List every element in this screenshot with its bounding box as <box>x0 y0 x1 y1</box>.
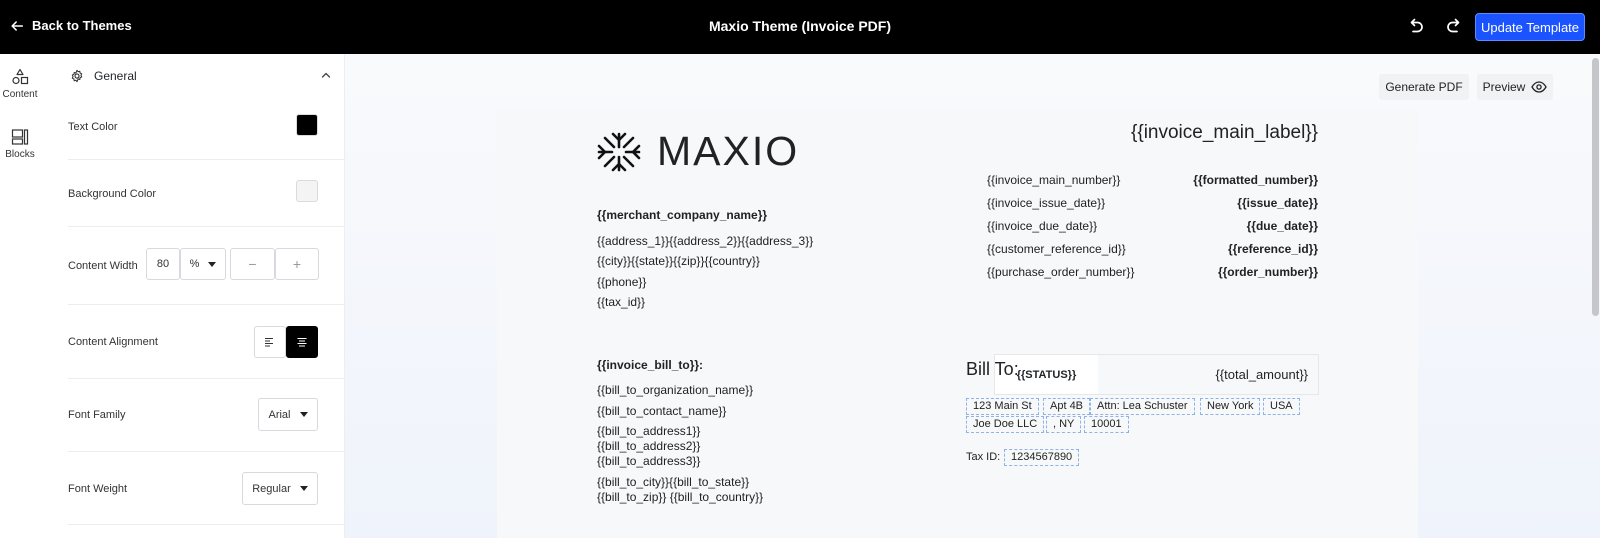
meta-value: {{due_date}} <box>1246 219 1318 233</box>
shapes-icon <box>12 68 29 85</box>
preview-button[interactable]: Preview <box>1477 74 1553 100</box>
logo-wordmark: MAXIO <box>657 128 800 174</box>
generate-pdf-button[interactable]: Generate PDF <box>1379 74 1469 100</box>
tax-id-label: Tax ID: <box>966 451 1001 463</box>
update-template-button[interactable]: Update Template <box>1475 13 1585 41</box>
total-amount: {{total_amount}} <box>1215 367 1308 382</box>
bill-to-heading: {{invoice_bill_to}}: <box>597 358 704 372</box>
content-width-input[interactable]: 80 <box>146 248 180 280</box>
address-tag[interactable]: 10001 <box>1084 416 1129 433</box>
divider <box>68 304 350 305</box>
page-title: Maxio Theme (Invoice PDF) <box>708 18 892 34</box>
merchant-line: {{city}}{{state}}{{zip}}{{country}} <box>597 254 760 268</box>
merchant-line: {{address_1}}{{address_2}}{{address_3}} <box>597 234 814 248</box>
eye-icon <box>1531 81 1548 93</box>
meta-label: {{purchase_order_number}} <box>987 265 1135 279</box>
font-family-value: Arial <box>268 408 291 421</box>
meta-label: {{invoice_issue_date}} <box>987 196 1106 210</box>
undo-icon[interactable] <box>1406 17 1426 37</box>
address-tag[interactable]: 123 Main St <box>966 398 1039 415</box>
bill-to-line: {{bill_to_organization_name}} <box>597 383 754 397</box>
invoice-page: MAXIO {{invoice_main_label}} {{invoice_m… <box>497 110 1418 538</box>
divider <box>68 226 350 227</box>
font-weight-select[interactable]: Regular <box>242 472 318 505</box>
editor-canvas: Generate PDF Preview MAXIO {{invoice_mai… <box>345 54 1600 538</box>
status-total-box: {{STATUS}} {{total_amount}} <box>994 354 1319 395</box>
arrow-left-icon <box>11 20 24 31</box>
meta-label: {{invoice_main_number}} <box>987 173 1121 187</box>
bill-to-line: {{bill_to_address3}} <box>597 454 701 468</box>
chevron-up-icon[interactable] <box>320 69 332 81</box>
address-tag[interactable]: Attn: Lea Schuster <box>1090 398 1195 415</box>
tax-id-tag[interactable]: 1234567890 <box>1004 449 1080 466</box>
divider <box>68 451 350 452</box>
address-tag[interactable]: USA <box>1263 398 1300 415</box>
address-tag[interactable]: , NY <box>1046 416 1082 433</box>
merchant-line: {{phone}} <box>597 275 647 289</box>
decrement-button[interactable]: − <box>230 248 275 280</box>
increment-button[interactable]: + <box>275 248 319 280</box>
blocks-icon <box>11 129 29 145</box>
merchant-name: {{merchant_company_name}} <box>597 208 768 222</box>
address-tag[interactable]: Joe Doe LLC <box>966 416 1045 433</box>
meta-value: {{formatted_number}} <box>1193 173 1318 187</box>
top-bar: Back to Themes Maxio Theme (Invoice PDF)… <box>0 0 1600 54</box>
settings-panel: General Text Color Background Color Cont… <box>48 54 350 538</box>
invoice-main-label: {{invoice_main_label}} <box>1131 122 1318 143</box>
bill-to-line: {{bill_to_city}}{{bill_to_state}} <box>597 475 750 489</box>
maxio-logo-icon <box>597 132 641 172</box>
font-family-select[interactable]: Arial <box>258 398 318 431</box>
meta-label: {{customer_reference_id}} <box>987 242 1126 256</box>
caret-down-icon <box>208 261 217 267</box>
divider <box>68 524 350 525</box>
gear-icon <box>71 69 83 83</box>
bill-to-line: {{bill_to_contact_name}} <box>597 404 727 418</box>
address-tag[interactable]: New York <box>1200 398 1261 415</box>
bill-to-line: {{bill_to_zip}} {{bill_to_country}} <box>597 490 764 504</box>
align-center-button[interactable] <box>286 326 318 358</box>
rail-item-content[interactable]: Content <box>0 68 40 100</box>
bill-to-line: {{bill_to_address1}} <box>597 424 701 438</box>
divider <box>68 378 350 379</box>
general-section-header[interactable]: General <box>70 66 332 86</box>
icon-rail: Content Blocks <box>0 54 48 538</box>
back-label: Back to Themes <box>32 18 132 33</box>
redo-icon[interactable] <box>1444 17 1464 37</box>
rail-label-content: Content <box>2 89 38 100</box>
address-tag[interactable]: Apt 4B <box>1043 398 1091 415</box>
section-title: General <box>94 69 137 83</box>
preview-label: Preview <box>1482 80 1526 94</box>
caret-down-icon <box>299 486 308 491</box>
background-color-swatch[interactable] <box>296 180 318 202</box>
align-left-button[interactable] <box>254 326 286 358</box>
text-color-swatch[interactable] <box>296 114 318 136</box>
meta-value: {{issue_date}} <box>1237 196 1318 210</box>
divider <box>68 159 350 160</box>
back-to-themes-link[interactable]: Back to Themes <box>10 18 132 33</box>
bill-to-title: Bill To: <box>966 359 1019 379</box>
rail-label-blocks: Blocks <box>5 149 35 160</box>
merchant-line: {{tax_id}} <box>597 295 646 309</box>
meta-label: {{invoice_due_date}} <box>987 219 1098 233</box>
bill-to-line: {{bill_to_address2}} <box>597 439 701 453</box>
align-center-icon <box>297 338 307 347</box>
rail-item-blocks[interactable]: Blocks <box>0 128 40 160</box>
caret-down-icon <box>299 412 308 417</box>
font-weight-value: Regular <box>252 482 291 495</box>
vertical-scrollbar[interactable] <box>1592 58 1599 316</box>
align-left-icon <box>265 338 273 347</box>
meta-value: {{order_number}} <box>1217 265 1318 279</box>
content-width-unit-select[interactable]: % <box>180 248 226 280</box>
meta-value: {{reference_id}} <box>1227 242 1318 256</box>
unit-value: % <box>189 258 200 270</box>
